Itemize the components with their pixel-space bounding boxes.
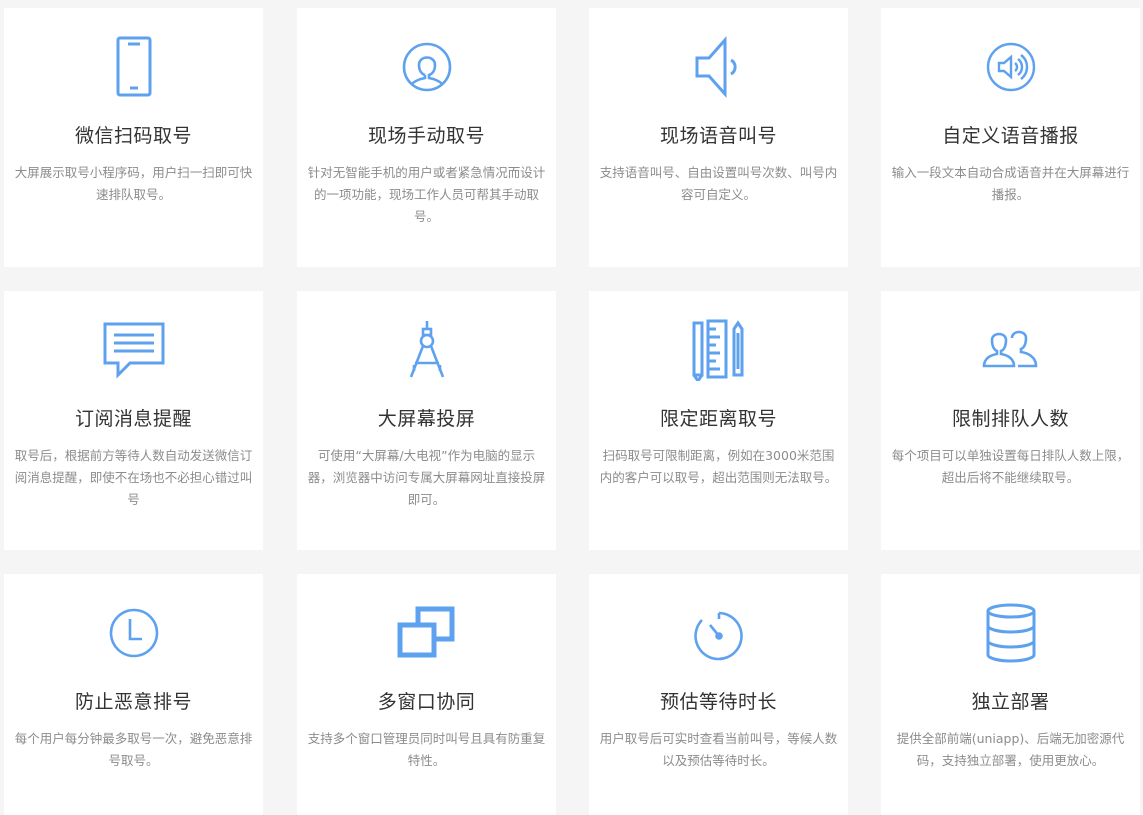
feature-title: 预估等待时长 [659,691,777,713]
feature-card-multi-window[interactable]: 多窗口协同 支持多个窗口管理员同时叫号且具有防重复特性。 [297,574,556,815]
feature-description: 大屏展示取号小程序码，用户扫一扫即可快速排队取号。 [14,165,253,202]
feature-description: 可使用“大屏幕/大电视”作为电脑的显示器，浏览器中访问专属大屏幕网址直接投屏即可… [307,448,546,507]
user-avatar-icon [297,34,556,100]
feature-description: 取号后，根据前方等待人数自动发送微信订阅消息提醒，即使不在场也不必担心错过叫号 [14,448,253,507]
feature-title: 现场语音叫号 [659,125,777,147]
database-icon [881,600,1140,666]
feature-description: 支持多个窗口管理员同时叫号且具有防重复特性。 [307,731,546,768]
feature-grid: 微信扫码取号 大屏展示取号小程序码，用户扫一扫即可快速排队取号。 现场手动取号 … [0,0,1143,815]
compass-icon [297,317,556,383]
feature-title: 自定义语音播报 [942,125,1079,147]
feature-card-self-hosting[interactable]: 独立部署 提供全部前端(uniapp)、后端无加密源代码，支持独立部署，使用更放… [881,574,1140,815]
feature-card-wechat-scan[interactable]: 微信扫码取号 大屏展示取号小程序码，用户扫一扫即可快速排队取号。 [4,8,263,267]
feature-title: 现场手动取号 [367,125,485,147]
timer-icon [589,600,848,666]
feature-description: 扫码取号可限制距离，例如在3000米范围内的客户可以取号，超出范围则无法取号。 [599,448,838,485]
feature-title: 防止恶意排号 [74,691,192,713]
feature-description: 用户取号后可实时查看当前叫号，等候人数以及预估等待时长。 [599,731,838,768]
feature-description: 支持语音叫号、自由设置叫号次数、叫号内容可自定义。 [599,165,838,202]
feature-description: 每个用户每分钟最多取号一次，避免恶意排号取号。 [14,731,253,768]
feature-card-queue-limit[interactable]: 限制排队人数 每个项目可以单独设置每日排队人数上限，超出后将不能继续取号。 [881,291,1140,550]
volume-circle-icon [881,34,1140,100]
feature-title: 限制排队人数 [951,408,1069,430]
feature-title: 独立部署 [971,691,1050,713]
feature-card-subscribe[interactable]: 订阅消息提醒 取号后，根据前方等待人数自动发送微信订阅消息提醒，即使不在场也不必… [4,291,263,550]
feature-card-screen-cast[interactable]: 大屏幕投屏 可使用“大屏幕/大电视”作为电脑的显示器，浏览器中访问专属大屏幕网址… [297,291,556,550]
feature-title: 大屏幕投屏 [377,408,476,430]
windows-icon [297,600,556,666]
users-icon [881,317,1140,383]
feature-card-anti-abuse[interactable]: 防止恶意排号 每个用户每分钟最多取号一次，避免恶意排号取号。 [4,574,263,815]
feature-description: 提供全部前端(uniapp)、后端无加密源代码，支持独立部署，使用更放心。 [896,731,1125,768]
feature-title: 微信扫码取号 [74,125,192,147]
feature-title: 订阅消息提醒 [74,408,192,430]
mobile-phone-icon [4,34,263,100]
clock-icon [4,600,263,666]
speaker-icon [589,34,848,100]
feature-card-voice-call[interactable]: 现场语音叫号 支持语音叫号、自由设置叫号次数、叫号内容可自定义。 [589,8,848,267]
feature-description: 输入一段文本自动合成语音并在大屏幕进行播报。 [891,165,1130,202]
ruler-pencil-icon [589,317,848,383]
message-icon [4,317,263,383]
feature-card-distance-limit[interactable]: 限定距离取号 扫码取号可限制距离，例如在3000米范围内的客户可以取号，超出范围… [589,291,848,550]
feature-card-manual-number[interactable]: 现场手动取号 针对无智能手机的用户或者紧急情况而设计的一项功能，现场工作人员可帮… [297,8,556,267]
feature-title: 限定距离取号 [659,408,777,430]
feature-description: 针对无智能手机的用户或者紧急情况而设计的一项功能，现场工作人员可帮其手动取号。 [307,165,546,224]
feature-description: 每个项目可以单独设置每日排队人数上限，超出后将不能继续取号。 [891,448,1130,485]
feature-title: 多窗口协同 [377,691,476,713]
feature-card-custom-voice[interactable]: 自定义语音播报 输入一段文本自动合成语音并在大屏幕进行播报。 [881,8,1140,267]
feature-card-wait-estimate[interactable]: 预估等待时长 用户取号后可实时查看当前叫号，等候人数以及预估等待时长。 [589,574,848,815]
